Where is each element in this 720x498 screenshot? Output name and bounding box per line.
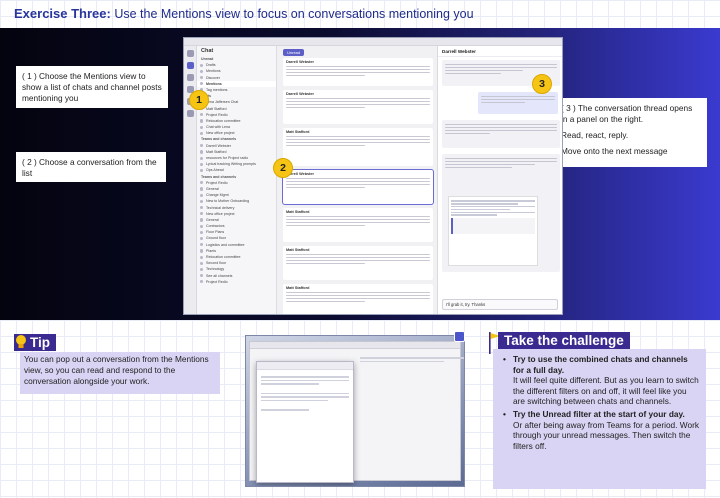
post-author: Matt Stafford xyxy=(286,248,310,252)
mention-post[interactable]: Darrell Webster xyxy=(283,58,433,86)
unread-filter-tab[interactable]: Unread xyxy=(283,49,305,56)
mention-post[interactable]: Matt Stafford xyxy=(283,246,433,280)
mention-post[interactable]: Darrell Webster xyxy=(283,170,433,204)
mentions-feed: Unread Darrell Webster Darrell Webster Mat… xyxy=(277,46,437,314)
files-icon[interactable] xyxy=(187,110,194,117)
post-author: Matt Stafford xyxy=(286,286,310,290)
chat-icon[interactable] xyxy=(187,62,194,69)
challenge-item-bold: Try to use the combined chats and channe… xyxy=(513,354,688,375)
lightbulb-icon xyxy=(16,335,26,348)
compose-box[interactable]: I'll grab it, try. Thanks xyxy=(442,299,558,310)
code-card xyxy=(448,196,538,266)
mention-post[interactable]: Matt Stafford xyxy=(283,208,433,242)
post-author: Darrell Webster xyxy=(286,172,314,176)
chat-list-rows: Unread Drafts Mentions Discover Mentions Tag … xyxy=(197,56,276,285)
mention-post[interactable]: Matt Stafford xyxy=(283,284,433,314)
challenge-item-text: It will feel quite different. But as you… xyxy=(513,375,699,407)
chat-list: Chat Unread Drafts Mentions Discover Mention… xyxy=(197,46,277,314)
callout-step-3-text-a: ( 3 ) The conversation thread opens in a… xyxy=(561,103,693,124)
compose-text: I'll grab it, try. Thanks xyxy=(446,302,486,307)
challenge-item: Try the Unread filter at the start of yo… xyxy=(501,409,700,451)
challenge-heading: Take the challenge xyxy=(498,332,630,349)
callout-step-3-text-b: Read, react, reply. xyxy=(561,130,629,140)
tip-text-content: You can pop out a conversation from the … xyxy=(24,354,209,386)
teams-window: Chat Unread Drafts Mentions Discover Mention… xyxy=(183,37,563,315)
callout-step-1-text: ( 1 ) Choose the Mentions view to show a… xyxy=(22,71,162,103)
page-title-rest: Use the Mentions view to focus on conver… xyxy=(114,7,474,21)
thread-reply xyxy=(478,92,558,114)
post-author: Matt Stafford xyxy=(286,130,310,134)
challenge-list: Try to use the combined chats and channe… xyxy=(501,354,700,451)
popout-icon xyxy=(454,331,465,342)
mention-post[interactable]: Matt Stafford xyxy=(283,128,433,166)
tip-title: Tip xyxy=(30,335,50,350)
page-title: Exercise Three: Use the Mentions view to… xyxy=(14,6,474,24)
page-title-bold: Exercise Three: xyxy=(14,6,111,21)
step-badge-1: 1 xyxy=(189,90,209,110)
thread-message xyxy=(442,120,560,148)
callout-step-1: ( 1 ) Choose the Mentions view to show a… xyxy=(16,66,168,108)
tip-heading: Tip xyxy=(14,334,56,351)
teams-title-bar xyxy=(184,38,562,46)
step-badge-3: 3 xyxy=(532,74,552,94)
tip-text: You can pop out a conversation from the … xyxy=(20,352,220,394)
post-author: Darrell Webster xyxy=(286,92,314,96)
popout-screenshot xyxy=(245,335,465,487)
callout-step-3-text-c: Move onto the next message xyxy=(561,146,668,156)
challenge-item: Try to use the combined chats and channe… xyxy=(501,354,700,407)
popout-chat-window xyxy=(256,361,354,483)
code-block xyxy=(451,217,535,234)
chat-list-title: Chat xyxy=(201,48,214,54)
post-author: Darrell Webster xyxy=(286,60,314,64)
challenge-item-bold: Try the Unread filter at the start of yo… xyxy=(513,408,685,419)
callout-step-3: ( 3 ) The conversation thread opens in a… xyxy=(555,98,707,167)
mention-post[interactable]: Darrell Webster xyxy=(283,90,433,124)
callout-step-2: ( 2 ) Choose a conversation from the lis… xyxy=(16,152,166,182)
activity-icon[interactable] xyxy=(187,50,194,57)
thread-title: Darrell Webster xyxy=(438,46,562,57)
challenge-title: Take the challenge xyxy=(504,333,624,348)
challenge-box: Try to use the combined chats and channe… xyxy=(493,349,706,489)
challenge-item-text: Or after being away from Teams for a per… xyxy=(513,419,699,451)
post-author: Matt Stafford xyxy=(286,210,310,214)
chat-list-item[interactable]: Project Redlo xyxy=(197,279,276,285)
teams-icon[interactable] xyxy=(187,74,194,81)
callout-step-2-text: ( 2 ) Choose a conversation from the lis… xyxy=(22,157,157,178)
app-rail xyxy=(184,46,197,314)
step-badge-2: 2 xyxy=(273,158,293,178)
